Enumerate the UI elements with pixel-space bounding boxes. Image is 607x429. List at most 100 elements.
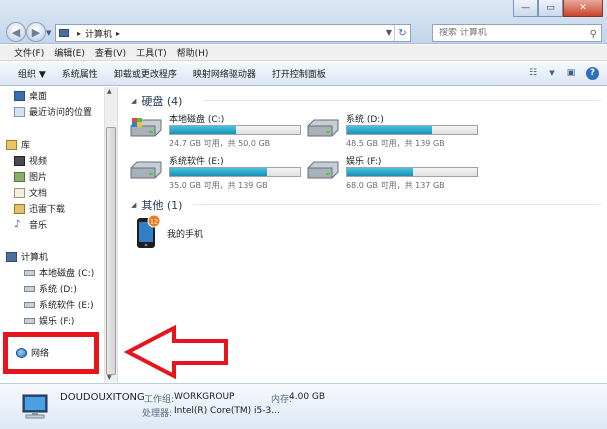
workgroup-label: 工作组: (144, 395, 175, 405)
drive-space-info: 48.5 GB 可用，共 139 GB (346, 139, 445, 148)
minimize-button[interactable]: — (513, 0, 538, 17)
search-box[interactable]: ⚲ (432, 24, 602, 42)
drive-space-info: 24.7 GB 可用，共 50.0 GB (169, 139, 271, 148)
search-input[interactable] (439, 28, 579, 38)
drive-name: 系统软件 (E:) (169, 157, 224, 167)
breadcrumb-separator-icon[interactable]: ▸ (77, 29, 81, 38)
drive-space-info: 68.0 GB 可用，共 137 GB (346, 181, 445, 190)
close-icon: ✕ (579, 3, 587, 13)
nav-item-videos[interactable]: 视频 (14, 153, 47, 168)
drive-usage-fill (170, 126, 236, 134)
nav-item-desktop[interactable]: 桌面 (14, 88, 47, 103)
address-dropdown-icon[interactable]: ▼ (386, 28, 392, 37)
details-pane: DOUDOUXITONG 工作组: WORKGROUP 内存: 4.00 GB … (0, 383, 607, 429)
pointer-arrow-icon (124, 324, 228, 380)
drive-usage-bar (346, 167, 478, 177)
uninstall-program-button[interactable]: 卸载或更改程序 (114, 67, 177, 80)
address-bar[interactable]: ▸ 计算机 ▸ ▼ ↻ (55, 24, 411, 42)
preview-pane-icon[interactable]: ▣ (564, 66, 578, 80)
nav-item-drive-f[interactable]: 娱乐 (F:) (24, 313, 74, 328)
title-bar: — ▭ ✕ ◀ ▶ ▼ ▸ 计算机 ▸ ▼ ↻ ⚲ (0, 0, 607, 44)
nav-item-computer[interactable]: 计算机 (6, 249, 48, 264)
drive-usage-fill (347, 126, 432, 134)
view-dropdown-icon[interactable]: ▼ (548, 66, 556, 80)
group-header-harddisks[interactable]: ◢ 硬盘 (4) (131, 93, 601, 109)
drive-icon (24, 301, 35, 308)
change-view-icon[interactable]: ☷ (526, 66, 540, 80)
nav-item-recent-places[interactable]: 最近访问的位置 (14, 104, 92, 119)
nav-item-music[interactable]: ♪ 音乐 (14, 217, 47, 232)
drive-icon (307, 161, 339, 179)
collapse-icon[interactable]: ◢ (131, 97, 136, 105)
back-arrow-icon: ◀ (11, 25, 21, 39)
memory-value: 4.00 GB (289, 392, 326, 402)
view-controls: ☷ ▼ ▣ ? (526, 66, 599, 80)
menu-edit[interactable]: 编辑(E) (54, 46, 85, 59)
minimize-icon: — (521, 3, 530, 13)
breadcrumb-separator-icon[interactable]: ▸ (116, 29, 120, 38)
maximize-button[interactable]: ▭ (538, 0, 563, 17)
nav-scrollbar[interactable]: ▲ ▼ (104, 87, 117, 382)
system-drive-icon (130, 118, 162, 137)
drive-usage-bar (169, 167, 301, 177)
drive-icon (24, 317, 35, 324)
group-divider (203, 100, 601, 101)
document-library-icon (14, 187, 25, 198)
scroll-up-icon[interactable]: ▲ (107, 88, 112, 95)
close-button[interactable]: ✕ (563, 0, 603, 17)
nav-item-drive-d[interactable]: 系统 (D:) (24, 281, 77, 296)
drive-icon (130, 161, 162, 179)
nav-item-thunder-downloads[interactable]: 迅雷下载 (14, 201, 65, 216)
menu-file[interactable]: 文件(F) (14, 46, 44, 59)
menu-view[interactable]: 查看(V) (95, 46, 126, 59)
nav-item-drive-c[interactable]: 本地磁盘 (C:) (24, 265, 94, 280)
recent-pages-dropdown[interactable]: ▼ (46, 29, 51, 37)
nav-item-drive-e[interactable]: 系统软件 (E:) (24, 297, 94, 312)
refresh-icon: ↻ (398, 27, 407, 39)
device-item-phone[interactable]: 12 我的手机 (135, 214, 245, 250)
scroll-down-icon[interactable]: ▼ (107, 374, 112, 381)
maximize-icon: ▭ (546, 3, 555, 13)
drive-item-c[interactable]: 本地磁盘 (C:) 24.7 GB 可用，共 50.0 GB (129, 112, 309, 154)
drive-item-d[interactable]: 系统 (D:) 48.5 GB 可用，共 139 GB (306, 112, 486, 154)
drive-icon (24, 285, 35, 292)
drive-icon (24, 269, 35, 276)
computer-icon (59, 29, 69, 37)
menu-tools[interactable]: 工具(T) (136, 46, 167, 59)
highlight-box (3, 332, 99, 374)
system-properties-button[interactable]: 系统属性 (62, 67, 98, 80)
nav-item-documents[interactable]: 文档 (14, 185, 47, 200)
drive-icon (307, 119, 339, 137)
drive-item-e[interactable]: 系统软件 (E:) 35.0 GB 可用，共 139 GB (129, 154, 309, 196)
refresh-button[interactable]: ↻ (394, 25, 410, 41)
music-library-icon: ♪ (14, 218, 21, 230)
drive-name: 本地磁盘 (C:) (169, 115, 225, 125)
group-header-other[interactable]: ◢ 其他 (1) (131, 197, 601, 213)
processor-value: Intel(R) Core(TM) i5-3... (174, 406, 280, 416)
organize-button[interactable]: 组织 ▼ (18, 67, 46, 80)
drive-name: 娱乐 (F:) (346, 157, 382, 167)
drive-name: 系统 (D:) (346, 115, 384, 125)
drive-item-f[interactable]: 娱乐 (F:) 68.0 GB 可用，共 137 GB (306, 154, 486, 196)
nav-item-pictures[interactable]: 图片 (14, 169, 47, 184)
thunder-download-icon (14, 203, 25, 214)
menu-help[interactable]: 帮助(H) (177, 46, 209, 59)
back-button[interactable]: ◀ (6, 22, 26, 42)
computer-icon (6, 251, 17, 262)
open-control-panel-button[interactable]: 打开控制面板 (272, 67, 326, 80)
nav-item-libraries[interactable]: 库 (6, 137, 30, 152)
scrollbar-thumb[interactable] (106, 127, 116, 375)
drive-space-info: 35.0 GB 可用，共 139 GB (169, 181, 268, 190)
forward-arrow-icon: ▶ (31, 25, 41, 39)
drive-usage-fill (347, 168, 413, 176)
forward-button[interactable]: ▶ (26, 22, 46, 42)
drive-usage-fill (170, 168, 268, 176)
drive-usage-bar (169, 125, 301, 135)
search-icon[interactable]: ⚲ (590, 27, 597, 43)
breadcrumb-computer[interactable]: 计算机 (85, 27, 112, 40)
drive-usage-bar (346, 125, 478, 135)
map-network-drive-button[interactable]: 映射网络驱动器 (193, 67, 256, 80)
video-library-icon (14, 155, 25, 166)
help-icon[interactable]: ? (586, 66, 599, 80)
collapse-icon[interactable]: ◢ (131, 201, 136, 209)
